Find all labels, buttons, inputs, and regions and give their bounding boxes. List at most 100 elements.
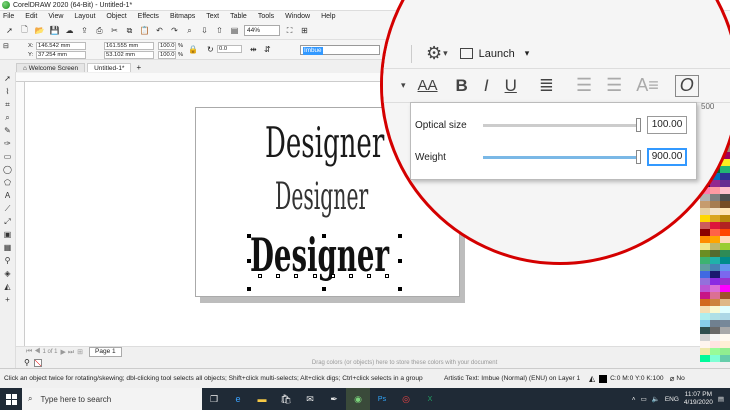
- palette-swatch[interactable]: [720, 355, 730, 362]
- mail-icon[interactable]: ✉: [298, 388, 322, 410]
- chevron-down-icon[interactable]: ▾: [401, 80, 406, 91]
- search-icon[interactable]: ⌕: [184, 25, 195, 36]
- add-page-icon[interactable]: ⊞: [77, 348, 83, 356]
- chevron-down-icon[interactable]: ▾: [443, 48, 448, 59]
- palette-swatch[interactable]: [710, 285, 720, 292]
- palette-swatch[interactable]: [720, 327, 730, 334]
- excel-icon[interactable]: X: [418, 388, 442, 410]
- text-tool-icon[interactable]: A: [2, 191, 14, 201]
- mirror-horizontal-icon[interactable]: ⇹: [250, 45, 257, 54]
- palette-swatch[interactable]: [700, 313, 710, 320]
- no-color-icon[interactable]: [33, 358, 42, 367]
- palette-swatch[interactable]: [710, 306, 720, 313]
- full-screen-icon[interactable]: ⛶: [284, 25, 295, 36]
- palette-swatch[interactable]: [720, 306, 730, 313]
- palette-swatch[interactable]: [710, 271, 720, 278]
- weight-field[interactable]: 900.00: [647, 148, 687, 166]
- selection-handle-bc[interactable]: [322, 287, 326, 291]
- optical-size-slider[interactable]: [483, 117, 641, 132]
- menu-table[interactable]: Table: [230, 13, 247, 20]
- eyedropper-icon[interactable]: ⚲: [24, 358, 30, 367]
- palette-swatch[interactable]: [710, 355, 720, 362]
- pen-app-icon[interactable]: ✒: [322, 388, 346, 410]
- zoom-tool-icon[interactable]: ⌕: [2, 113, 14, 123]
- tab-welcome-screen[interactable]: ⌂ Welcome Screen: [16, 63, 86, 72]
- upload-icon[interactable]: ⇪: [79, 25, 90, 36]
- chrome-icon[interactable]: ◎: [394, 388, 418, 410]
- mirror-vertical-icon[interactable]: ⇵: [264, 45, 271, 54]
- start-button[interactable]: [0, 388, 22, 410]
- paste-icon[interactable]: 📋: [139, 25, 150, 36]
- numbered-list-icon[interactable]: ☰: [606, 75, 622, 96]
- palette-swatch[interactable]: [700, 348, 710, 355]
- selection-handle-bl[interactable]: [247, 287, 251, 291]
- menu-view[interactable]: View: [48, 13, 63, 20]
- designer-text-light[interactable]: Designer: [265, 118, 384, 167]
- cut-icon[interactable]: ✂: [109, 25, 120, 36]
- coreldraw-taskbar-icon[interactable]: ◉: [346, 388, 370, 410]
- tab-untitled-1[interactable]: Untitled-1*: [87, 63, 132, 72]
- ellipse-tool-icon[interactable]: ◯: [2, 165, 14, 175]
- redo-icon[interactable]: ↷: [169, 25, 180, 36]
- x-position-field[interactable]: 146.542 mm: [36, 42, 86, 50]
- font-list-box[interactable]: Imbue: [300, 45, 380, 55]
- palette-swatch[interactable]: [700, 264, 710, 271]
- height-field[interactable]: 53.102 mm: [104, 51, 154, 59]
- file-explorer-icon[interactable]: ▬: [250, 388, 274, 410]
- lock-ratio-icon[interactable]: 🔒: [188, 45, 198, 54]
- menu-layout[interactable]: Layout: [74, 13, 95, 20]
- weight-thumb[interactable]: [636, 149, 641, 164]
- show-hidden-icons-icon[interactable]: ˄: [632, 396, 636, 403]
- selection-handle-tl[interactable]: [247, 234, 251, 238]
- volume-icon[interactable]: 🔈: [652, 395, 660, 403]
- palette-swatch[interactable]: [700, 278, 710, 285]
- menu-window[interactable]: Window: [285, 13, 310, 20]
- crop-tool-icon[interactable]: ⌗: [2, 100, 14, 110]
- photoshop-icon[interactable]: Ps: [370, 388, 394, 410]
- palette-swatch[interactable]: [710, 278, 720, 285]
- text-node[interactable]: [385, 274, 389, 278]
- palette-swatch[interactable]: [710, 320, 720, 327]
- menu-help[interactable]: Help: [321, 13, 335, 20]
- smart-fill-tool-icon[interactable]: ◭: [2, 282, 14, 292]
- underline-icon[interactable]: U: [505, 76, 517, 96]
- palette-swatch[interactable]: [700, 355, 710, 362]
- optical-size-field[interactable]: 100.00: [647, 116, 687, 134]
- palette-swatch[interactable]: [710, 292, 720, 299]
- rotation-angle-field[interactable]: 0.0: [217, 45, 242, 53]
- menu-edit[interactable]: Edit: [25, 13, 37, 20]
- rectangle-tool-icon[interactable]: ▭: [2, 152, 14, 162]
- scale-x-field[interactable]: 100.0: [158, 42, 176, 50]
- italic-icon[interactable]: I: [484, 76, 489, 96]
- variable-font-icon[interactable]: AA: [418, 77, 438, 94]
- first-page-icon[interactable]: ⏮ ◀: [26, 348, 41, 356]
- vertical-ruler[interactable]: [16, 82, 25, 346]
- open-folder-icon[interactable]: 📂: [34, 25, 45, 36]
- copy-icon[interactable]: ⧉: [124, 25, 135, 36]
- menu-text[interactable]: Text: [206, 13, 219, 20]
- eyedropper-tool-icon[interactable]: ⚲: [2, 256, 14, 266]
- next-page-icon[interactable]: ▶ ⏭: [61, 348, 75, 357]
- page-1-tab[interactable]: Page 1: [89, 347, 122, 357]
- selection-handle-ml[interactable]: [247, 259, 251, 263]
- polygon-tool-icon[interactable]: ⬠: [2, 178, 14, 188]
- clock[interactable]: 11:07 PM 4/19/2020: [684, 391, 713, 407]
- export-icon[interactable]: ⇧: [214, 25, 225, 36]
- import-icon[interactable]: ⇩: [199, 25, 210, 36]
- language-indicator[interactable]: ENG: [665, 396, 679, 403]
- align-icon[interactable]: ⊟: [3, 42, 9, 50]
- palette-swatch[interactable]: [720, 264, 730, 271]
- align-icon[interactable]: ≣: [539, 75, 554, 96]
- edge-icon[interactable]: e: [226, 388, 250, 410]
- text-node[interactable]: [367, 274, 371, 278]
- menu-bitmaps[interactable]: Bitmaps: [170, 13, 195, 20]
- palette-swatch[interactable]: [710, 299, 720, 306]
- text-node[interactable]: [331, 274, 335, 278]
- bullet-list-icon[interactable]: ☰: [576, 75, 592, 96]
- fill-swatch[interactable]: [599, 374, 608, 383]
- gear-icon[interactable]: ⚙: [426, 43, 442, 64]
- pick-arrow-icon[interactable]: ➚: [4, 25, 15, 36]
- palette-swatch[interactable]: [720, 285, 730, 292]
- palette-swatch[interactable]: [710, 334, 720, 341]
- palette-swatch[interactable]: [700, 292, 710, 299]
